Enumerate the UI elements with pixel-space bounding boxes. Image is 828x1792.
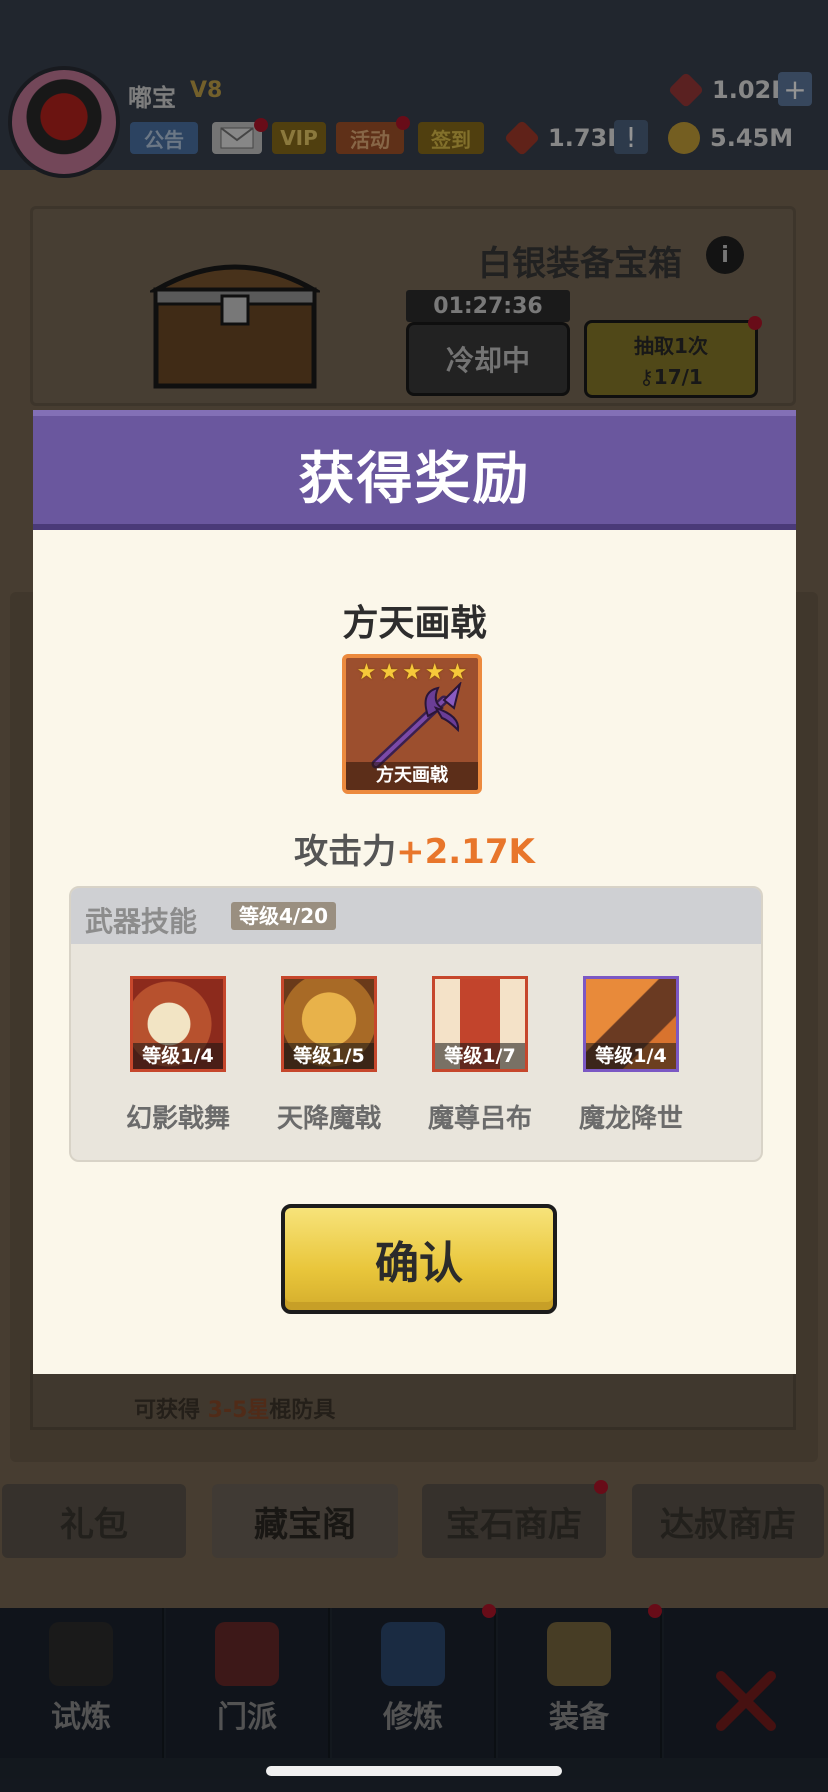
confirm-button[interactable]: 确认 <box>281 1204 557 1314</box>
skill-item[interactable]: 等级1/7 魔尊吕布 <box>415 976 545 1135</box>
weapon-skills-header: 武器技能 等级4/20 <box>71 888 761 944</box>
star-icon: ★ <box>379 660 400 685</box>
item-card-label: 方天画戟 <box>346 762 478 790</box>
skill-icon: 等级1/4 <box>583 976 679 1072</box>
item-card[interactable]: ★ ★ ★ ★ ★ 方天画戟 <box>342 654 482 794</box>
skill-name: 幻影戟舞 <box>125 1104 230 1134</box>
weapon-skills-title: 武器技能 <box>85 905 198 938</box>
attack-stat: 攻击力+2.17K <box>33 824 796 873</box>
skill-item[interactable]: 等级1/4 幻影戟舞 <box>113 976 243 1135</box>
star-icon: ★ <box>402 660 422 685</box>
skill-level: 等级1/4 <box>586 1043 676 1069</box>
item-stars: ★ ★ ★ ★ ★ <box>346 662 478 684</box>
skill-level: 等级1/7 <box>435 1043 525 1069</box>
skill-level: 等级1/4 <box>133 1043 223 1069</box>
weapon-skills-panel: 武器技能 等级4/20 等级1/4 幻影戟舞 等级1/5 天降魔戟 等级1/7 … <box>69 886 763 1162</box>
weapon-skills-level: 等级4/20 <box>231 902 337 930</box>
skill-item[interactable]: 等级1/4 魔龙降世 <box>566 976 696 1135</box>
attack-value: +2.17K <box>396 832 535 872</box>
reward-modal: 获得奖励 方天画戟 ★ ★ ★ ★ ★ 方天画戟 攻击力+2.17K 武器技能 等级4/… <box>33 410 796 1374</box>
modal-title: 获得奖励 <box>298 447 531 512</box>
halberd-icon <box>371 682 462 769</box>
skill-name: 魔尊吕布 <box>427 1104 532 1134</box>
skill-level: 等级1/5 <box>284 1043 374 1069</box>
home-indicator[interactable] <box>266 1766 562 1776</box>
skill-icon: 等级1/4 <box>130 976 226 1072</box>
skill-icon: 等级1/5 <box>281 976 377 1072</box>
skill-name: 魔龙降世 <box>578 1104 683 1134</box>
star-icon: ★ <box>356 660 377 685</box>
attack-label: 攻击力 <box>294 832 397 872</box>
skill-item[interactable]: 等级1/5 天降魔戟 <box>264 976 394 1135</box>
star-icon: ★ <box>447 660 468 685</box>
star-icon: ★ <box>424 660 445 685</box>
skill-icon: 等级1/7 <box>432 976 528 1072</box>
skill-name: 天降魔戟 <box>276 1104 381 1134</box>
item-name: 方天画戟 <box>342 603 487 644</box>
